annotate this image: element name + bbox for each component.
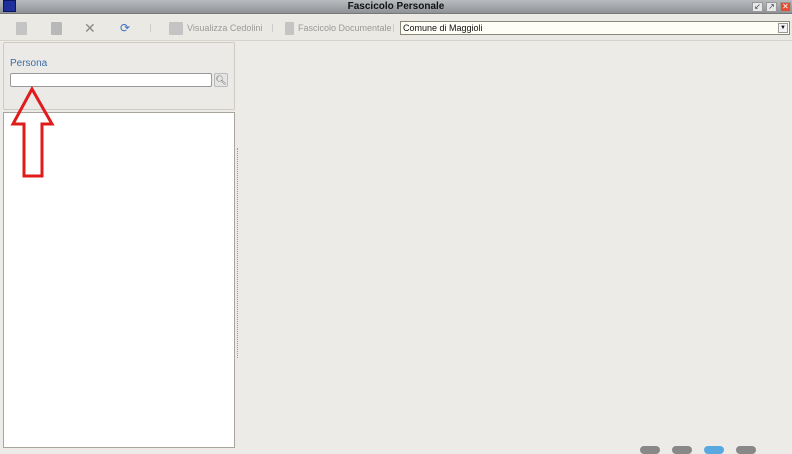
taskbar-icon[interactable] bbox=[736, 446, 756, 454]
separator bbox=[393, 24, 394, 32]
document-icon bbox=[285, 21, 294, 35]
taskbar-icon[interactable] bbox=[704, 446, 724, 454]
search-icon: 🔍︎ bbox=[215, 75, 227, 85]
title-bar: Fascicolo Personale ↙ ↗ ✕ bbox=[0, 0, 792, 14]
window-title: Fascicolo Personale bbox=[347, 1, 445, 12]
close-button[interactable]: ✕ bbox=[780, 2, 791, 12]
chevron-down-icon[interactable]: ▼ bbox=[778, 23, 788, 33]
delete-icon: ✕ bbox=[84, 19, 96, 36]
taskbar-icon[interactable] bbox=[640, 446, 660, 454]
minimize-button[interactable]: ↙ bbox=[752, 2, 763, 12]
refresh-button[interactable]: ⟳ bbox=[120, 20, 130, 36]
taskbar-icon[interactable] bbox=[672, 446, 692, 454]
delete-button[interactable]: ✕ bbox=[84, 20, 96, 36]
separator bbox=[272, 24, 273, 32]
maximize-button[interactable]: ↗ bbox=[766, 2, 777, 12]
splitter-handle[interactable] bbox=[237, 148, 238, 358]
refresh-icon: ⟳ bbox=[120, 21, 131, 35]
visualizza-cedolini-button[interactable]: Visualizza Cedolini bbox=[169, 20, 262, 36]
payslip-icon bbox=[169, 21, 183, 35]
fascicolo-documentale-button[interactable]: Fascicolo Documentale bbox=[285, 20, 392, 36]
search-button[interactable]: 🔍︎ bbox=[214, 73, 228, 87]
red-arrow-annotation bbox=[10, 85, 55, 178]
ente-select[interactable]: Comune di Maggioli ▼ bbox=[400, 21, 790, 35]
separator bbox=[150, 24, 151, 32]
